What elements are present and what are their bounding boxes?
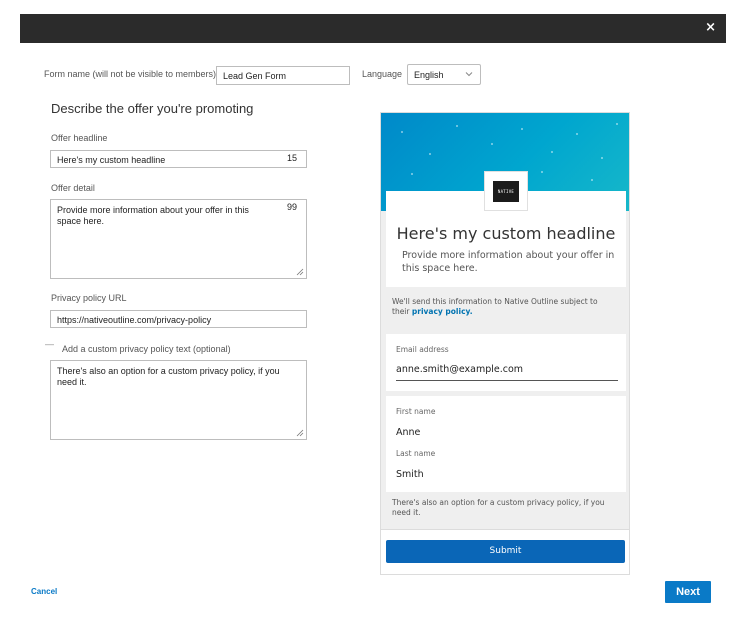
preview-custom-privacy: There's also an option for a custom priv… — [392, 498, 605, 517]
form-name-label: Form name (will not be visible to member… — [44, 69, 217, 79]
preview-detail-card: Provide more information about your offe… — [386, 243, 626, 287]
email-field[interactable]: anne.smith@example.com — [396, 364, 523, 375]
form-name-input[interactable]: Lead Gen Form — [216, 66, 350, 85]
privacy-notice: We'll send this information to Native Ou… — [392, 297, 598, 316]
cancel-button[interactable]: Cancel — [31, 587, 57, 596]
privacy-url-value: https://nativeoutline.com/privacy-policy — [57, 315, 212, 325]
privacy-url-input[interactable]: https://nativeoutline.com/privacy-policy — [50, 310, 307, 328]
company-logo: NATIVE — [484, 171, 528, 211]
privacy-url-label: Privacy policy URL — [51, 293, 127, 303]
offer-headline-label: Offer headline — [51, 133, 108, 143]
modal-header-bar: × — [20, 14, 726, 43]
name-fields-card: First name Anne Last name Smith — [386, 396, 626, 492]
collapse-icon[interactable]: — — [45, 339, 54, 349]
custom-privacy-value: There's also an option for a custom priv… — [57, 366, 280, 387]
detail-char-count: 99 — [287, 202, 298, 212]
offer-headline-value: Here's my custom headline — [57, 155, 166, 165]
first-name-field[interactable]: Anne — [396, 427, 420, 438]
language-select[interactable]: English — [407, 64, 481, 85]
language-label: Language — [362, 69, 403, 79]
last-name-label: Last name — [396, 449, 436, 458]
last-name-field[interactable]: Smith — [396, 469, 424, 480]
submit-button[interactable]: Submit — [386, 540, 625, 563]
offer-detail-label: Offer detail — [51, 183, 95, 193]
section-title: Describe the offer you're promoting — [51, 101, 254, 116]
offer-detail-textarea[interactable]: Provide more information about your offe… — [50, 199, 307, 279]
custom-privacy-textarea[interactable]: There's also an option for a custom priv… — [50, 360, 307, 440]
email-label: Email address — [396, 345, 449, 354]
lead-form-preview: Here's my custom headline NATIVE Provide… — [380, 112, 630, 575]
offer-headline-input[interactable]: Here's my custom headline — [50, 150, 307, 168]
close-icon[interactable]: × — [705, 20, 716, 36]
next-button[interactable]: Next — [665, 581, 711, 603]
first-name-label: First name — [396, 407, 436, 416]
preview-headline: Here's my custom headline — [396, 224, 616, 243]
language-value: English — [414, 70, 444, 80]
offer-detail-value: Provide more information about your offe… — [57, 205, 249, 226]
chevron-down-icon — [465, 70, 473, 78]
headline-char-count: 15 — [287, 153, 298, 163]
email-field-card: Email address anne.smith@example.com — [386, 334, 626, 391]
resize-handle-icon[interactable] — [296, 429, 304, 437]
form-name-value: Lead Gen Form — [223, 71, 287, 81]
privacy-policy-link[interactable]: privacy policy. — [412, 307, 473, 316]
custom-privacy-label: Add a custom privacy policy text (option… — [62, 344, 231, 354]
email-underline — [396, 380, 618, 381]
preview-detail: Provide more information about your offe… — [402, 250, 615, 274]
resize-handle-icon[interactable] — [296, 268, 304, 276]
